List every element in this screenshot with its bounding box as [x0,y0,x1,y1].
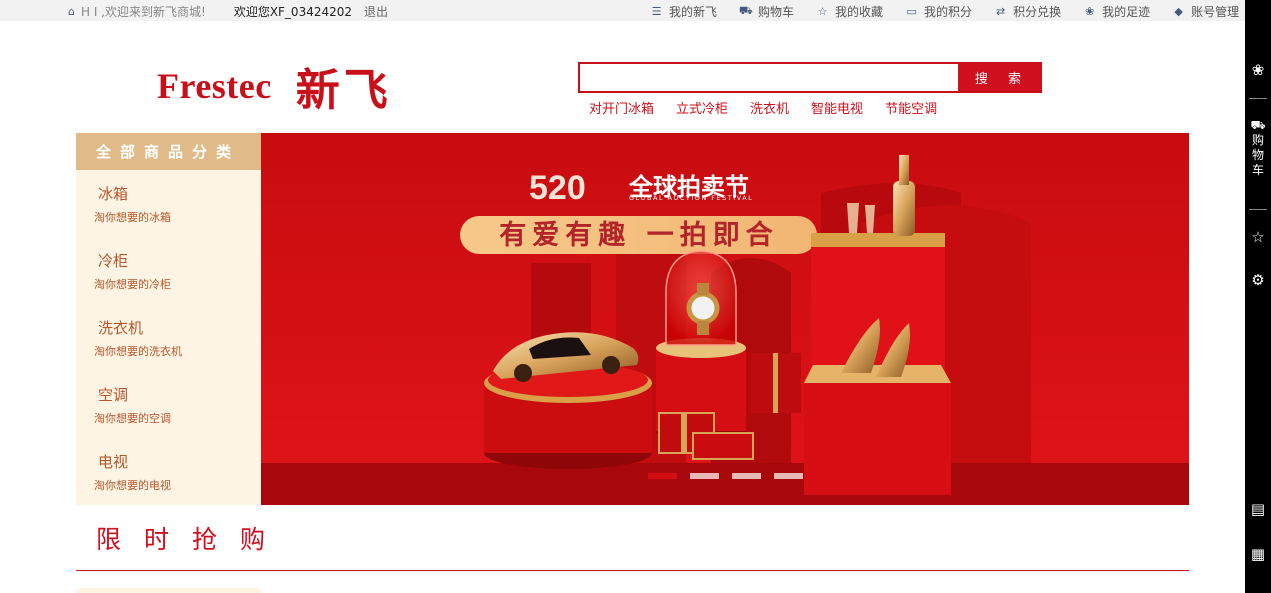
category-desc: 淘你想要的冰箱 [94,211,171,224]
hot-link[interactable]: 洗衣机 [750,98,789,117]
top-link-cart[interactable]: ⛟ 购物车 [739,3,794,20]
top-link-label: 我的积分 [924,5,973,19]
category-name: 冰箱 [98,185,129,203]
toolbar-cart[interactable]: ⛟ 购物车 [1245,118,1271,178]
document-icon[interactable]: ▤ [1245,500,1271,518]
top-link-history[interactable]: ❀ 我的足迹 [1083,3,1150,20]
category-desc: 淘你想要的冷柜 [94,278,171,291]
welcome-text: H I ,欢迎来到新飞商城! [80,5,206,19]
toolbar-divider [1249,98,1267,99]
top-link-favorites[interactable]: ☆ 我的收藏 [816,3,883,20]
category-desc: 淘你想要的电视 [94,479,171,492]
tag-icon: ◆ [1174,5,1183,18]
flash-sale-panel [76,588,261,593]
category-item-fridge[interactable]: 冰箱 淘你想要的冰箱 [76,183,261,243]
category-desc: 淘你想要的洗衣机 [94,345,182,358]
section-divider [76,570,1189,571]
category-name: 电视 [98,453,129,471]
slide-dot[interactable] [774,473,803,479]
site-logo[interactable]: Frestec 新飞 [157,54,392,118]
slide-dot[interactable] [648,473,677,479]
slide-dot[interactable] [732,473,761,479]
top-link-account[interactable]: ◆ 账号管理 [1172,3,1239,20]
monitor-icon: ▭ [906,5,917,18]
top-links: ☰ 我的新飞 ⛟ 购物车 ☆ 我的收藏 ▭ 我的积分 ⇄ 积分兑换 ❀ 我的足迹 ◆ 账号管理 [650,3,1261,20]
toolbar-cart-label: 购物车 [1252,133,1265,177]
logo-chinese: 新飞 [295,65,392,116]
promo-banner[interactable]: 520 全球拍卖节 GLOBAL AUCTION FESTIVAL 有爱有趣 一… [261,133,1189,505]
search-input[interactable] [580,64,958,91]
home-icon[interactable]: ⌂ [68,5,75,18]
hot-link[interactable]: 智能电视 [811,98,863,117]
category-name: 洗衣机 [98,319,144,337]
banner-event-subtitle: GLOBAL AUCTION FESTIVAL [629,194,753,202]
banner-slide-indicators [648,473,816,479]
hot-link[interactable]: 节能空调 [885,98,937,117]
slide-dot[interactable] [690,473,719,479]
category-item-washer[interactable]: 洗衣机 淘你想要的洗衣机 [76,317,261,377]
category-name: 空调 [98,386,129,404]
paw-icon: ❀ [1084,5,1095,18]
qrcode-icon[interactable]: ▦ [1245,545,1271,563]
top-link-label: 我的收藏 [835,5,884,19]
top-link-label: 积分兑换 [1013,5,1062,19]
star-icon[interactable]: ☆ [1245,228,1271,246]
settings-icon[interactable]: ⚙ [1245,271,1271,289]
logout-link[interactable]: 退出 [364,3,388,20]
cart-icon: ⛟ [1250,118,1266,132]
top-link-label: 购物车 [758,5,795,19]
top-link-label: 我的足迹 [1102,5,1151,19]
logo-english: Frestec [157,66,272,106]
cart-icon: ⛟ [739,4,753,17]
top-link-label: 账号管理 [1191,5,1240,19]
category-item-freezer[interactable]: 冷柜 淘你想要的冷柜 [76,250,261,310]
top-link-exchange[interactable]: ⇄ 积分兑换 [994,3,1061,20]
top-link-label: 我的新飞 [669,5,718,19]
category-name: 冷柜 [98,252,129,270]
flash-sale-title: 限时抢购 [96,525,289,554]
category-item-aircon[interactable]: 空调 淘你想要的空调 [76,384,261,444]
exchange-icon: ⇄ [995,5,1006,18]
category-menu: 全部商品分类 冰箱 淘你想要的冰箱 冷柜 淘你想要的冷柜 洗衣机 淘你想要的洗衣… [76,133,261,505]
hot-search-links: 对开门冰箱 立式冷柜 洗衣机 智能电视 节能空调 [589,98,959,117]
search-button[interactable]: 搜 索 [958,64,1040,91]
toolbar-divider [1249,209,1267,210]
star-icon: ☆ [817,5,828,18]
top-link-points[interactable]: ▭ 我的积分 [905,3,972,20]
banner-artwork: 520 全球拍卖节 GLOBAL AUCTION FESTIVAL 有爱有趣 一… [261,133,1189,505]
search-bar: 搜 索 [578,62,1042,93]
category-desc: 淘你想要的空调 [94,412,171,425]
category-item-tv[interactable]: 电视 淘你想要的电视 [76,451,261,511]
username: 欢迎您XF_03424202 [233,5,353,19]
paw-icon[interactable]: ❀ [1245,61,1271,79]
list-icon: ☰ [651,5,662,18]
banner-slogan: 有爱有趣 一拍即合 [499,219,778,251]
right-toolbar: ❀ ⛟ 购物车 ☆ ⚙ ▤ ▦ [1245,0,1271,593]
hot-link[interactable]: 对开门冰箱 [589,98,654,117]
hot-link[interactable]: 立式冷柜 [676,98,728,117]
banner-event-number: 520 [529,169,586,207]
top-link-my-frestec[interactable]: ☰ 我的新飞 [650,3,717,20]
top-bar: ⌂ H I ,欢迎来到新飞商城! 欢迎您XF_03424202 退出 ☰ 我的新飞… [0,0,1245,21]
category-menu-title: 全部商品分类 [76,133,261,170]
